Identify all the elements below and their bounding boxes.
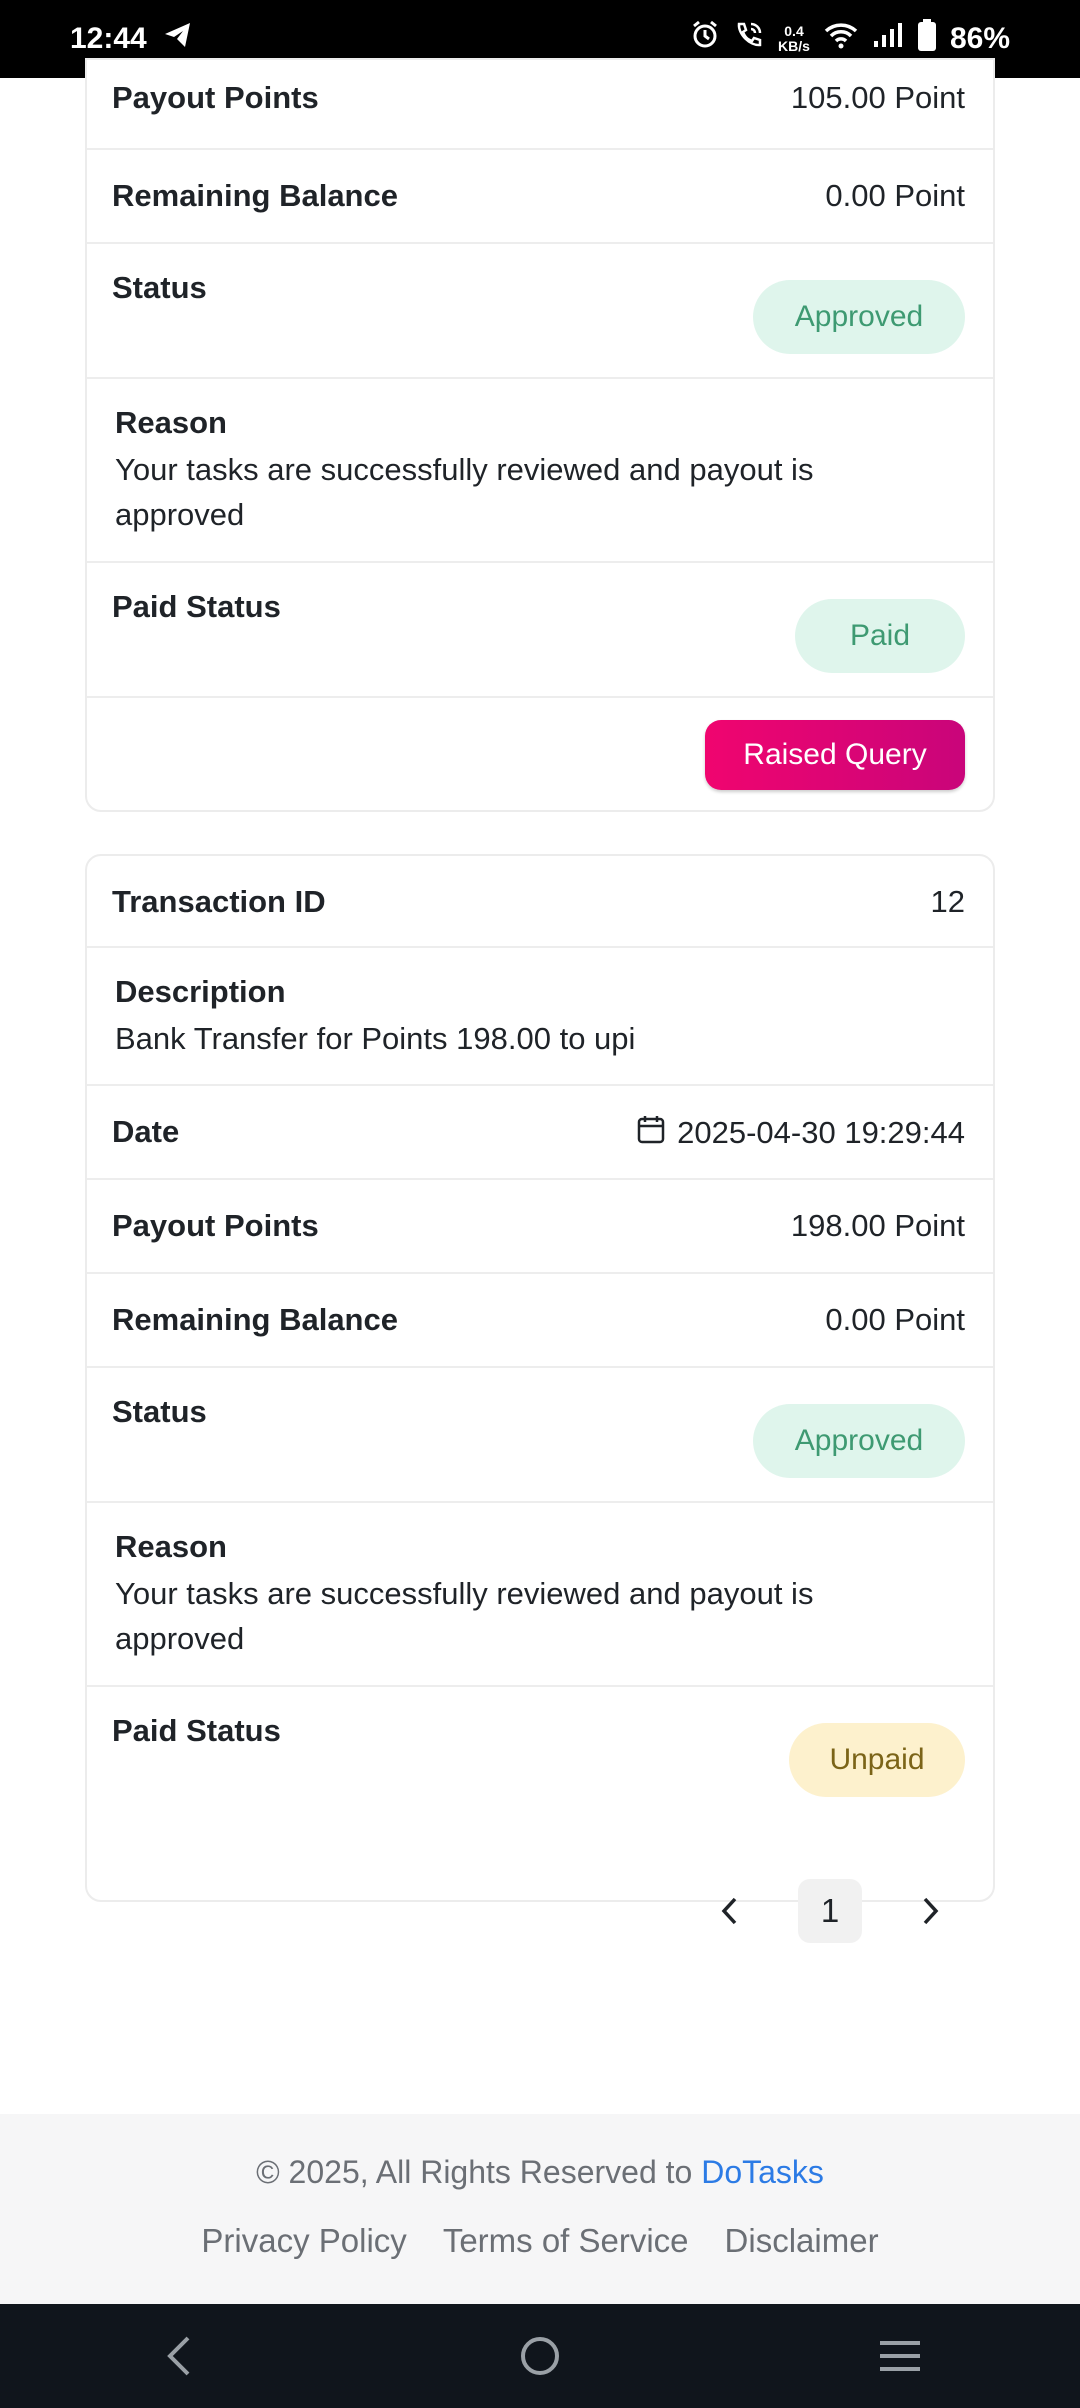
- home-icon[interactable]: [500, 2316, 580, 2396]
- copyright: © 2025, All Rights Reserved to DoTasks: [0, 2154, 1080, 2191]
- paid-status-label: Paid Status: [112, 589, 281, 624]
- telegram-icon: [163, 21, 193, 57]
- transaction-card: Payout Points 105.00 Point Remaining Bal…: [85, 58, 995, 812]
- raised-query-button[interactable]: Raised Query: [705, 720, 965, 790]
- transaction-id-row: Transaction ID 12: [87, 856, 993, 948]
- payout-points-row: Payout Points 105.00 Point: [87, 60, 993, 150]
- menu-icon[interactable]: [860, 2316, 940, 2396]
- copyright-text: © 2025, All Rights Reserved to: [256, 2154, 702, 2190]
- paid-status-row: Paid Status Unpaid: [87, 1687, 993, 1823]
- paid-status-row: Paid Status Paid: [87, 563, 993, 698]
- status-badge: Approved: [753, 280, 965, 354]
- alarm-icon: [690, 20, 720, 58]
- transaction-id-label: Transaction ID: [112, 884, 326, 919]
- remaining-balance-label: Remaining Balance: [112, 1302, 398, 1337]
- transaction-id-value: 12: [930, 884, 965, 919]
- remaining-balance-label: Remaining Balance: [112, 178, 398, 213]
- network-speed-value: 0.4: [784, 23, 804, 39]
- status-row: Status Approved: [87, 1368, 993, 1503]
- status-label: Status: [112, 1394, 207, 1429]
- payout-points-value: 105.00 Point: [790, 80, 965, 115]
- payout-points-label: Payout Points: [112, 80, 319, 115]
- payout-points-row: Payout Points 198.00 Point: [87, 1180, 993, 1274]
- payout-points-label: Payout Points: [112, 1208, 319, 1243]
- status-badge: Approved: [753, 1404, 965, 1478]
- description-label: Description: [115, 974, 286, 1009]
- chevron-right-icon[interactable]: [900, 1881, 960, 1941]
- remaining-balance-value: 0.00 Point: [825, 178, 965, 213]
- reason-row: Reason Your tasks are successfully revie…: [87, 1503, 993, 1687]
- date-text: 2025-04-30 19:29:44: [677, 1115, 965, 1150]
- network-speed-unit: KB/s: [778, 38, 810, 54]
- paid-status-badge: Unpaid: [789, 1723, 965, 1797]
- page-number[interactable]: 1: [798, 1879, 862, 1943]
- description-text: Bank Transfer for Points 198.00 to upi: [115, 1021, 636, 1056]
- reason-text: Your tasks are successfully reviewed and…: [115, 452, 814, 532]
- reason-text: Your tasks are successfully reviewed and…: [115, 1576, 814, 1656]
- wifi-call-icon: [734, 20, 764, 58]
- reason-label: Reason: [115, 405, 227, 440]
- date-label: Date: [112, 1114, 180, 1149]
- remaining-balance-row: Remaining Balance 0.00 Point: [87, 150, 993, 244]
- calendar-icon: [637, 1114, 665, 1152]
- network-speed: 0.4 KB/s: [778, 24, 810, 54]
- reason-row: Reason Your tasks are successfully revie…: [87, 379, 993, 563]
- disclaimer-link[interactable]: Disclaimer: [725, 2222, 879, 2260]
- signal-icon: [872, 21, 904, 57]
- remaining-balance-row: Remaining Balance 0.00 Point: [87, 1274, 993, 1368]
- paid-status-label: Paid Status: [112, 1713, 281, 1748]
- remaining-balance-value: 0.00 Point: [825, 1302, 965, 1337]
- reason-label: Reason: [115, 1529, 227, 1564]
- status-row: Status Approved: [87, 244, 993, 379]
- pagination: 1: [700, 1878, 960, 1944]
- query-row: Raised Query: [87, 698, 993, 810]
- battery-icon: [917, 19, 936, 59]
- status-label: Status: [112, 270, 207, 305]
- date-row: Date 2025-04-30 19:29:44: [87, 1086, 993, 1180]
- wifi-icon: [824, 21, 858, 57]
- date-value: 2025-04-30 19:29:44: [637, 1114, 965, 1152]
- chevron-left-icon[interactable]: [700, 1881, 760, 1941]
- main-content: Payout Points 105.00 Point Remaining Bal…: [0, 58, 1080, 2114]
- footer: © 2025, All Rights Reserved to DoTasks P…: [0, 2114, 1080, 2304]
- transaction-card: Transaction ID 12 Description Bank Trans…: [85, 854, 995, 1902]
- payout-points-value: 198.00 Point: [790, 1208, 965, 1243]
- navigation-bar: [0, 2304, 1080, 2408]
- battery-percent: 86%: [949, 22, 1010, 55]
- status-time: 12:44: [70, 22, 147, 55]
- paid-status-badge: Paid: [795, 599, 965, 673]
- description-row: Description Bank Transfer for Points 198…: [87, 948, 993, 1086]
- brand-link[interactable]: DoTasks: [701, 2154, 824, 2190]
- footer-links: Privacy Policy Terms of Service Disclaim…: [0, 2222, 1080, 2260]
- terms-of-service-link[interactable]: Terms of Service: [443, 2222, 689, 2260]
- privacy-policy-link[interactable]: Privacy Policy: [201, 2222, 406, 2260]
- back-icon[interactable]: [140, 2316, 220, 2396]
